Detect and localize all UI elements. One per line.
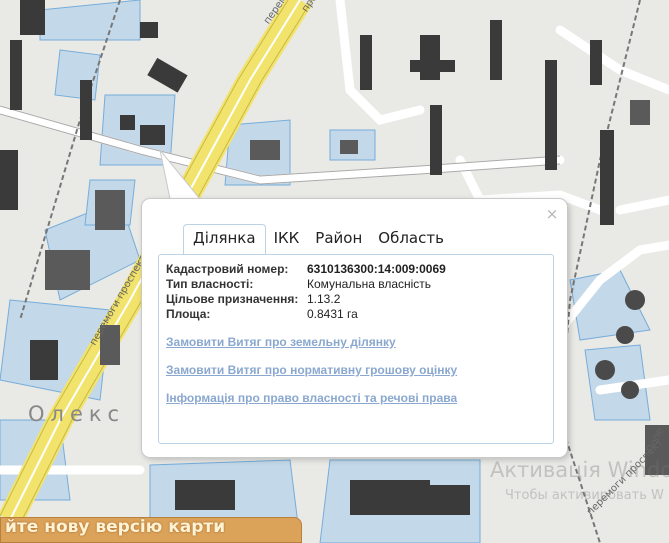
- order-parcel-extract-link[interactable]: Замовити Витяг про земельну ділянку: [166, 335, 457, 349]
- banner-text: йте нову версію карти: [5, 517, 226, 537]
- order-valuation-extract-link[interactable]: Замовити Витяг про нормативну грошову оц…: [166, 363, 457, 377]
- cadastral-number-value: 6310136300:14:009:0069: [307, 262, 446, 276]
- tab-panel: Кадастровий номер: 6310136300:14:009:006…: [158, 254, 554, 444]
- popup-tabs: Ділянка ІКК Район Область: [183, 223, 452, 254]
- area-value: 0.8431 га: [307, 307, 358, 321]
- field-row: Площа: 0.8431 га: [166, 307, 446, 322]
- ownership-type-value: Комунальна власність: [307, 277, 432, 291]
- area-label: Площа:: [166, 307, 211, 321]
- tab-ikk[interactable]: ІКК: [266, 225, 308, 253]
- district-label: Олекс: [28, 402, 126, 426]
- tab-parcel[interactable]: Ділянка: [183, 224, 266, 254]
- order-links: Замовити Витяг про земельну ділянку Замо…: [166, 335, 457, 419]
- parcel-info: Кадастровий номер: 6310136300:14:009:006…: [166, 262, 446, 322]
- field-row: Кадастровий номер: 6310136300:14:009:006…: [166, 262, 446, 277]
- tab-district[interactable]: Район: [307, 225, 370, 253]
- new-version-banner[interactable]: йте нову версію карти: [0, 517, 302, 543]
- cadastral-number-label: Кадастровий номер:: [166, 262, 289, 276]
- purpose-value: 1.13.2: [307, 292, 341, 306]
- windows-activation-watermark: Активація Windows: [490, 458, 669, 482]
- close-icon[interactable]: ×: [545, 207, 559, 222]
- tab-region[interactable]: Область: [370, 225, 452, 253]
- ownership-rights-info-link[interactable]: Інформація про право власності та речові…: [166, 391, 457, 405]
- field-row: Цільове призначення: 1.13.2: [166, 292, 446, 307]
- windows-activation-subtext: Чтобы активировать W: [505, 488, 664, 503]
- purpose-label: Цільове призначення:: [166, 292, 299, 306]
- ownership-type-label: Тип власності:: [166, 277, 254, 291]
- info-popup: × Ділянка ІКК Район Область Кадастровий …: [141, 198, 568, 458]
- field-row: Тип власності: Комунальна власність: [166, 277, 446, 292]
